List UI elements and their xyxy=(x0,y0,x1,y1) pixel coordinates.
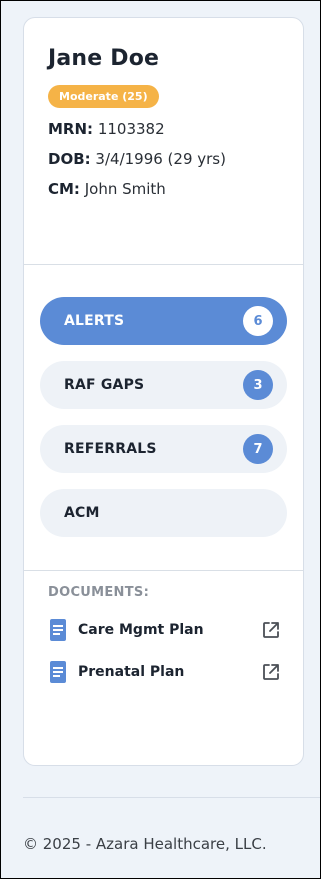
nav-item-acm[interactable]: ACM xyxy=(40,489,287,537)
count-badge: 6 xyxy=(243,306,273,336)
count-badge: 3 xyxy=(243,370,273,400)
section-nav: ALERTS 6 RAF GAPS 3 REFERRALS 7 ACM xyxy=(24,265,303,571)
document-name: Prenatal Plan xyxy=(78,664,185,680)
document-name: Care Mgmt Plan xyxy=(78,622,204,638)
document-icon xyxy=(50,661,66,683)
nav-item-label: ACM xyxy=(64,505,100,521)
nav-item-label: ALERTS xyxy=(64,313,125,329)
external-link-icon[interactable] xyxy=(259,660,283,684)
mrn-label: MRN: xyxy=(48,120,94,138)
nav-item-label: RAF GAPS xyxy=(64,377,145,393)
cm-row: CM: John Smith xyxy=(48,180,279,198)
patient-name: Jane Doe xyxy=(48,46,160,71)
document-icon xyxy=(50,619,66,641)
patient-header: Jane Doe Moderate (25) MRN: 1103382 DOB:… xyxy=(24,18,303,265)
nav-item-alerts[interactable]: ALERTS 6 xyxy=(40,297,287,345)
document-item[interactable]: Care Mgmt Plan xyxy=(48,618,279,642)
cm-label: CM: xyxy=(48,180,80,198)
footer-copyright: © 2025 - Azara Healthcare, LLC. xyxy=(23,835,267,853)
risk-badge: Moderate (25) xyxy=(48,85,159,108)
footer-divider xyxy=(23,797,320,798)
documents-section: DOCUMENTS: Care Mgmt Plan Prenatal Plan xyxy=(24,571,303,684)
nav-item-label: REFERRALS xyxy=(64,441,157,457)
external-link-icon[interactable] xyxy=(259,618,283,642)
mrn-value: 1103382 xyxy=(97,120,165,138)
documents-title: DOCUMENTS: xyxy=(48,585,150,600)
document-item[interactable]: Prenatal Plan xyxy=(48,660,279,684)
nav-item-raf-gaps[interactable]: RAF GAPS 3 xyxy=(40,361,287,409)
mrn-row: MRN: 1103382 xyxy=(48,120,279,138)
dob-label: DOB: xyxy=(48,150,91,168)
dob-row: DOB: 3/4/1996 (29 yrs) xyxy=(48,150,279,168)
dob-value: 3/4/1996 (29 yrs) xyxy=(95,150,226,168)
cm-value: John Smith xyxy=(84,180,166,198)
patient-summary-card: Jane Doe Moderate (25) MRN: 1103382 DOB:… xyxy=(23,17,304,766)
count-badge: 7 xyxy=(243,434,273,464)
nav-item-referrals[interactable]: REFERRALS 7 xyxy=(40,425,287,473)
